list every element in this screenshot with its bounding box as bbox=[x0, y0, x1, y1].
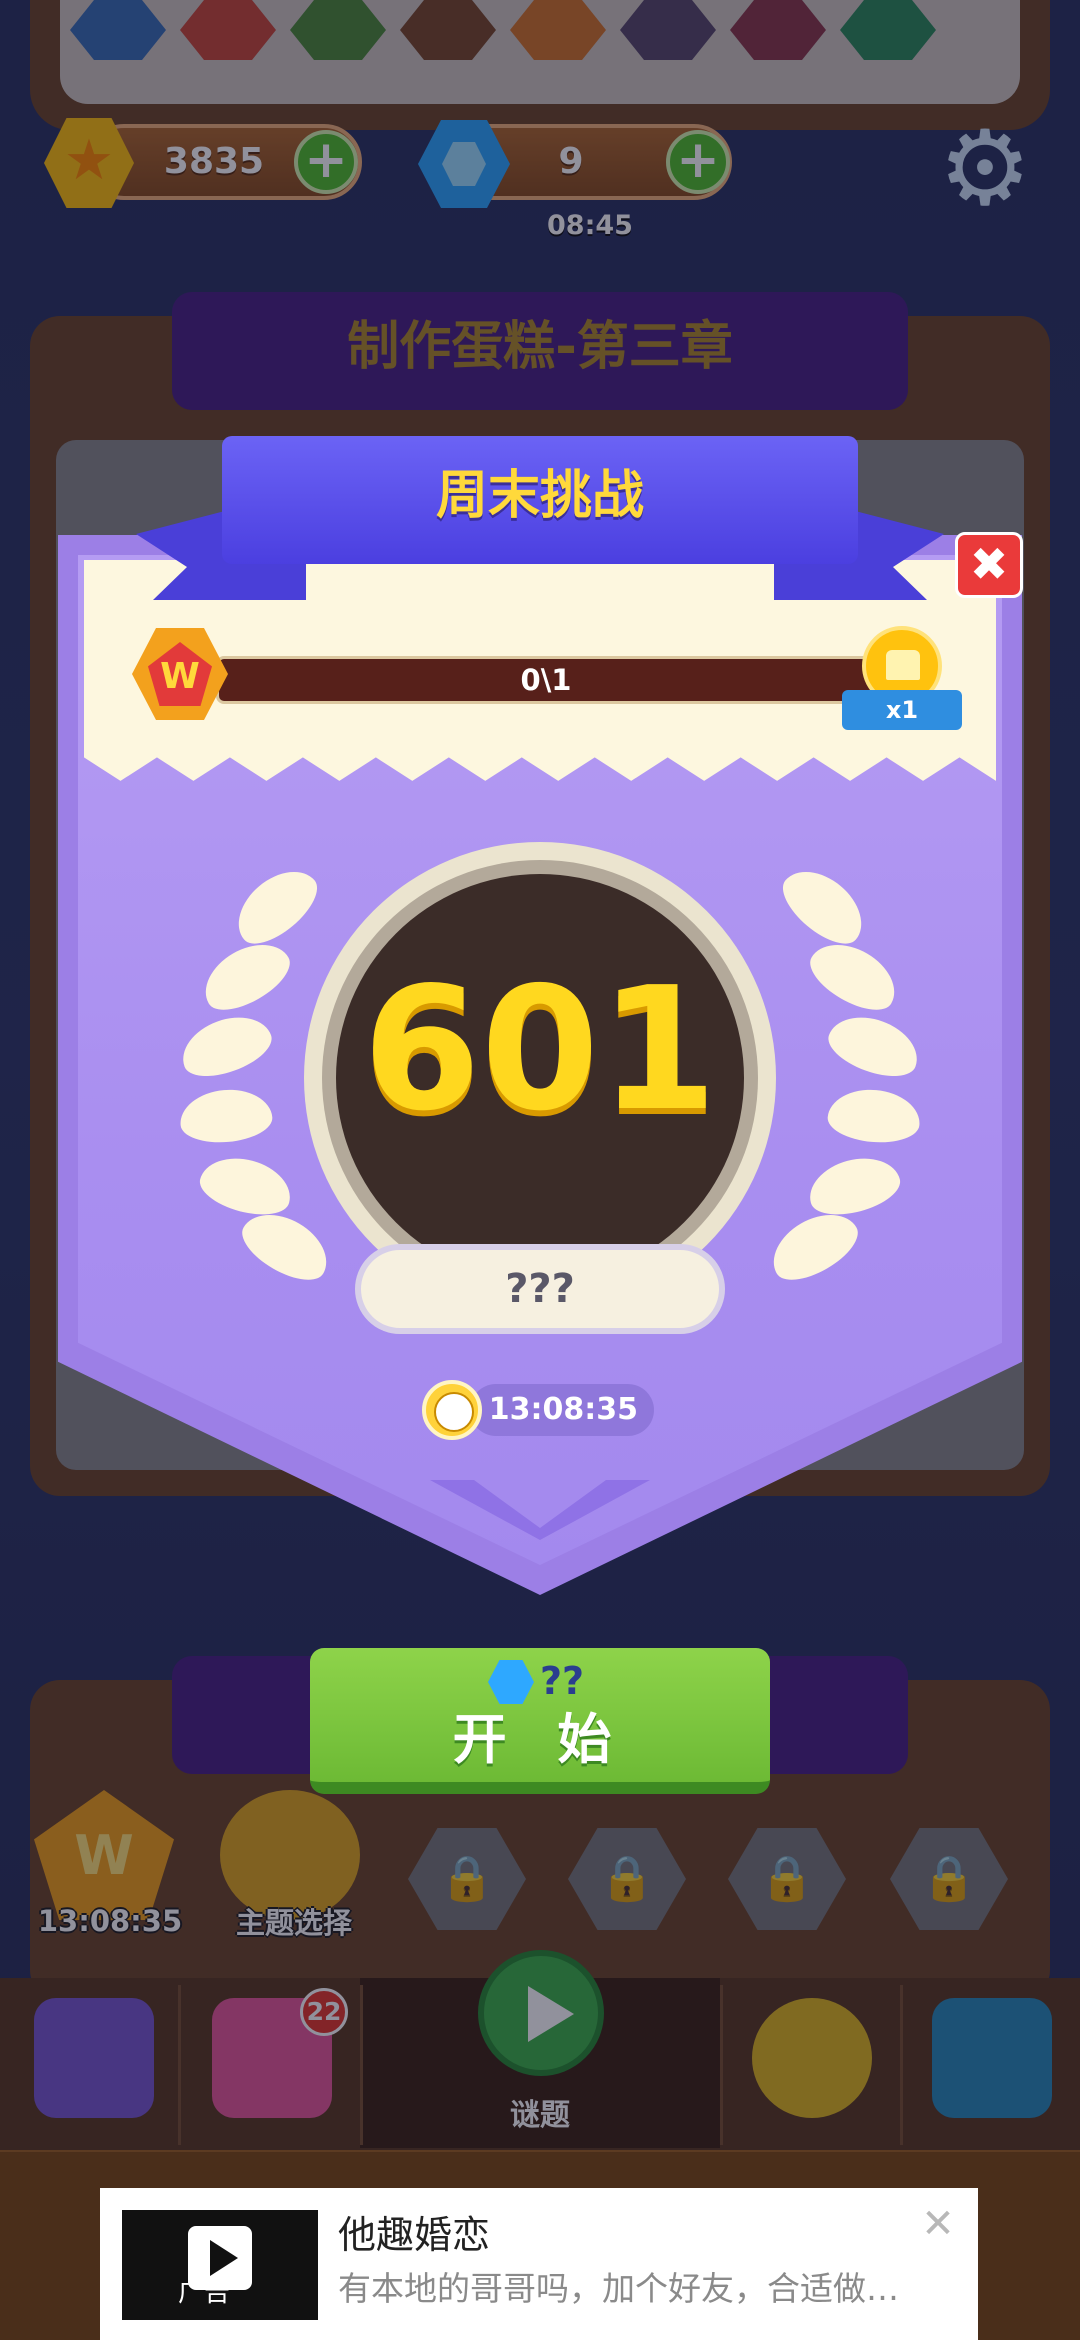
clock-icon bbox=[422, 1380, 482, 1440]
challenge-countdown: 13:08:35 bbox=[470, 1384, 654, 1436]
reward-multiplier: x1 bbox=[842, 690, 962, 730]
level-name-plate: ??? bbox=[355, 1244, 725, 1334]
ad-description[interactable]: 有本地的哥哥吗，加个好友，合适做… bbox=[338, 2264, 958, 2314]
challenge-progress-text: 0\1 bbox=[520, 663, 572, 697]
start-button-label: 开 始 bbox=[452, 1708, 628, 1771]
level-number: 601 bbox=[362, 951, 718, 1149]
start-gem-cost: ?? bbox=[540, 1659, 585, 1703]
popup-title: 周末挑战 bbox=[435, 466, 644, 526]
ad-title[interactable]: 他趣婚恋 bbox=[338, 2210, 898, 2260]
ad-tag: 广告 bbox=[178, 2278, 231, 2308]
close-icon[interactable]: ✕ bbox=[916, 2202, 960, 2246]
close-button[interactable]: ✖ bbox=[955, 532, 1023, 598]
